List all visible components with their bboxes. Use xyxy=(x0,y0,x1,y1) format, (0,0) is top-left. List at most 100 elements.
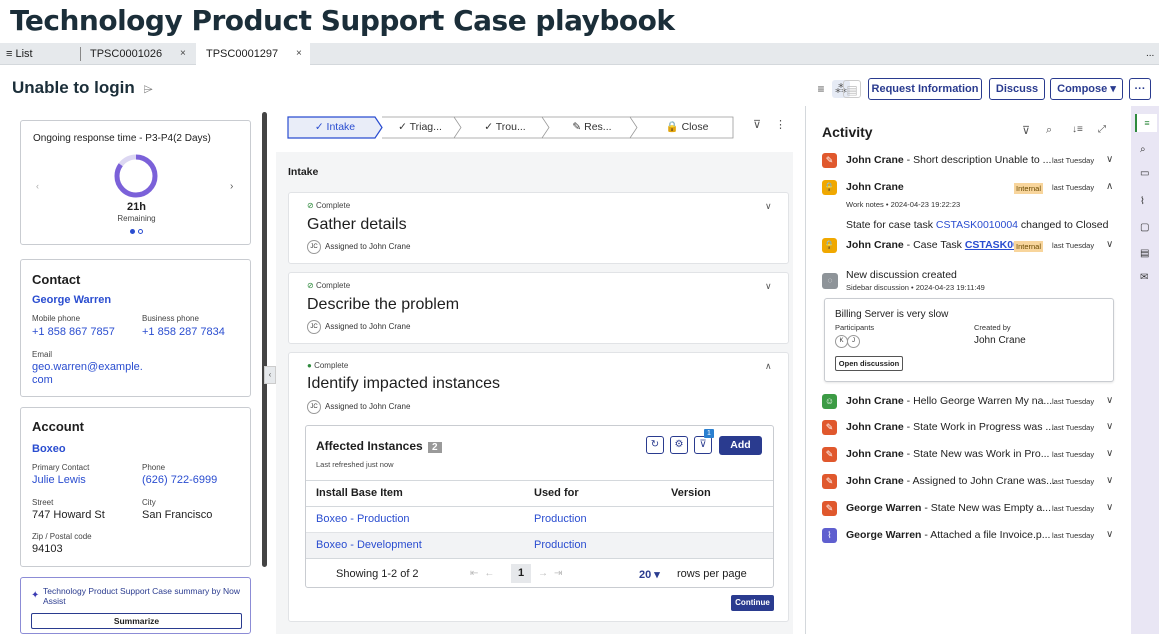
refresh-icon[interactable]: ↻ xyxy=(646,436,664,454)
activity-item[interactable]: ✎ John Crane - Short description Unable … xyxy=(820,151,1120,173)
folder-icon[interactable]: ▭ xyxy=(1140,168,1149,179)
search-icon[interactable]: ⌕ xyxy=(1140,144,1146,155)
account-phone-link[interactable]: (626) 722-6999 xyxy=(142,474,217,486)
first-prev-page-icons[interactable]: ⇤← xyxy=(470,568,500,579)
step-troubleshoot[interactable]: ✓ Trou... xyxy=(465,116,545,139)
city-value: San Francisco xyxy=(142,509,213,521)
more-actions-button[interactable]: ··· xyxy=(1129,78,1151,100)
collapse-left-icon[interactable]: ‹ xyxy=(264,366,276,384)
next-arrow-icon[interactable]: › xyxy=(230,181,233,192)
chevron-down-icon[interactable]: ∨ xyxy=(1106,502,1113,513)
document-icon[interactable]: ▢ xyxy=(1140,222,1149,233)
left-scrollbar[interactable] xyxy=(262,112,267,567)
chevron-down-icon[interactable]: ∨ xyxy=(765,201,772,212)
current-page[interactable]: 1 xyxy=(511,564,531,583)
contact-name-link[interactable]: George Warren xyxy=(32,294,111,306)
account-name-link[interactable]: Boxeo xyxy=(32,443,66,455)
list-tab[interactable]: ≡ List xyxy=(6,43,33,65)
task-identify-instances[interactable]: ● Complete ∧ Identify impacted instances… xyxy=(288,352,789,622)
activity-item[interactable]: ✎ John Crane - Assigned to John Crane wa… xyxy=(820,472,1120,494)
activity-sort-icon[interactable]: ↓≡ xyxy=(1072,124,1083,135)
activity-item[interactable]: ✎ George Warren - State New was Empty a.… xyxy=(820,499,1120,521)
email-link[interactable]: geo.warren@example. xyxy=(32,361,143,373)
next-last-page-icons[interactable]: →⇥ xyxy=(538,568,568,579)
task-title: Describe the problem xyxy=(307,296,460,313)
close-tab-icon[interactable]: × xyxy=(180,43,186,65)
activity-search-icon[interactable]: ⌕ xyxy=(1046,124,1052,137)
tag-icon[interactable]: ⌲ xyxy=(144,82,153,96)
activity-filter-icon[interactable]: ⊽ xyxy=(1022,124,1030,137)
email-link-cont[interactable]: com xyxy=(32,374,53,386)
activity-summary: - Short description Unable to ... xyxy=(903,154,1052,166)
stepper-more-icon[interactable]: ⋮ xyxy=(775,118,786,131)
chevron-down-icon[interactable]: ∨ xyxy=(1106,421,1113,432)
cstask-link[interactable]: CSTASK0010004 xyxy=(936,219,1018,231)
chevron-down-icon[interactable]: ∨ xyxy=(1106,239,1113,250)
activity-expand-icon[interactable]: ⤢ xyxy=(1098,124,1106,135)
continue-button[interactable]: Continue xyxy=(731,595,774,611)
request-information-button[interactable]: Request Information xyxy=(868,78,982,100)
used-for-link[interactable]: Production xyxy=(534,513,587,525)
col-version[interactable]: Version xyxy=(671,487,711,499)
chevron-down-icon[interactable]: ∨ xyxy=(1106,475,1113,486)
table-row[interactable]: Boxeo - Production Production xyxy=(306,507,773,532)
open-discussion-button[interactable]: Open discussion xyxy=(835,356,903,371)
summarize-button[interactable]: Summarize xyxy=(31,613,242,629)
chevron-down-icon[interactable]: ∨ xyxy=(1106,448,1113,459)
activity-item[interactable]: ✎ John Crane - State New was Work in Pro… xyxy=(820,445,1120,467)
carousel-dot[interactable] xyxy=(138,229,143,234)
activity-panel-icon[interactable]: ≡ xyxy=(1135,114,1157,132)
add-button[interactable]: Add xyxy=(719,436,762,455)
activity-item-expanded[interactable]: 🔒 John Crane Internal last Tuesday ∧ xyxy=(820,178,1120,200)
participants-label: Participants xyxy=(835,323,875,332)
step-triage[interactable]: ✓ Triag... xyxy=(384,116,456,139)
business-phone-link[interactable]: +1 858 287 7834 xyxy=(142,326,225,338)
activity-item[interactable]: ⌇ George Warren - Attached a file Invoic… xyxy=(820,526,1120,548)
table-row[interactable]: Boxeo - Development Production xyxy=(306,533,773,558)
activity-item[interactable]: 🔒 John Crane - Case Task CSTASK00... Int… xyxy=(820,236,1120,258)
filter-icon[interactable]: ⊽ xyxy=(694,436,712,454)
chevron-up-icon[interactable]: ∧ xyxy=(1106,181,1113,192)
account-card: Account Boxeo Primary Contact Julie Lewi… xyxy=(20,407,251,567)
activity-item[interactable]: ✎ John Crane - State Work in Progress wa… xyxy=(820,418,1120,440)
affected-title: Affected Instances 2 xyxy=(316,439,442,453)
tab-tpsc0001026[interactable]: TPSC0001026 xyxy=(90,43,162,65)
prev-arrow-icon[interactable]: ‹ xyxy=(36,181,39,191)
step-resolve[interactable]: ✎ Res... xyxy=(552,116,632,139)
col-install-base-item[interactable]: Install Base Item xyxy=(316,487,403,499)
close-tab-icon[interactable]: × xyxy=(296,43,302,65)
tab-tpsc0001297[interactable]: TPSC0001297 × xyxy=(196,43,310,66)
step-close[interactable]: 🔒 Close xyxy=(642,116,732,139)
compose-button[interactable]: Compose ▾ xyxy=(1050,78,1123,100)
primary-contact-link[interactable]: Julie Lewis xyxy=(32,474,86,486)
mail-icon[interactable]: ✉ xyxy=(1140,272,1148,283)
chevron-down-icon[interactable]: ∨ xyxy=(1106,395,1113,406)
discussion-card: Billing Server is very slow Participants… xyxy=(824,298,1114,382)
attachment-icon[interactable]: ⌇ xyxy=(1140,196,1145,207)
mobile-phone-link[interactable]: +1 858 867 7857 xyxy=(32,326,115,338)
discuss-button[interactable]: Discuss xyxy=(989,78,1045,100)
list-doc-icon[interactable]: ▤ xyxy=(1140,248,1149,259)
chevron-down-icon[interactable]: ∨ xyxy=(1106,529,1113,540)
task-describe-problem[interactable]: ⊘ Complete ∨ Describe the problem JC Assi… xyxy=(288,272,789,344)
settings-gear-icon[interactable]: ⚙ xyxy=(670,436,688,454)
chevron-up-icon[interactable]: ∧ xyxy=(765,361,772,372)
activity-title: Activity xyxy=(822,124,873,140)
chevron-down-icon[interactable]: ∨ xyxy=(1106,154,1113,165)
document-icon[interactable]: ▤ xyxy=(843,80,861,98)
task-gather-details[interactable]: ⊘ Complete ∨ Gather details JC Assigned t… xyxy=(288,192,789,264)
check-filled-icon: ● xyxy=(307,361,312,370)
install-base-link[interactable]: Boxeo - Production xyxy=(316,513,410,525)
col-used-for[interactable]: Used for xyxy=(534,487,579,499)
step-intake[interactable]: ✓ Intake xyxy=(295,116,375,139)
rows-per-page-select[interactable]: 20 ▾ xyxy=(639,568,660,581)
more-tabs-icon[interactable]: ... xyxy=(1146,43,1154,65)
task-assignee: JC Assigned to John Crane xyxy=(307,240,410,254)
used-for-link[interactable]: Production xyxy=(534,539,587,551)
stepper-filter-icon[interactable]: ⊽ xyxy=(753,118,761,131)
activity-item[interactable]: ☺ John Crane - Hello George Warren My na… xyxy=(820,392,1120,414)
carousel-dot-active[interactable] xyxy=(130,229,135,234)
chevron-down-icon[interactable]: ∨ xyxy=(765,281,772,292)
install-base-link[interactable]: Boxeo - Development xyxy=(316,539,422,551)
list-view-icon[interactable]: ≡ xyxy=(812,80,830,98)
